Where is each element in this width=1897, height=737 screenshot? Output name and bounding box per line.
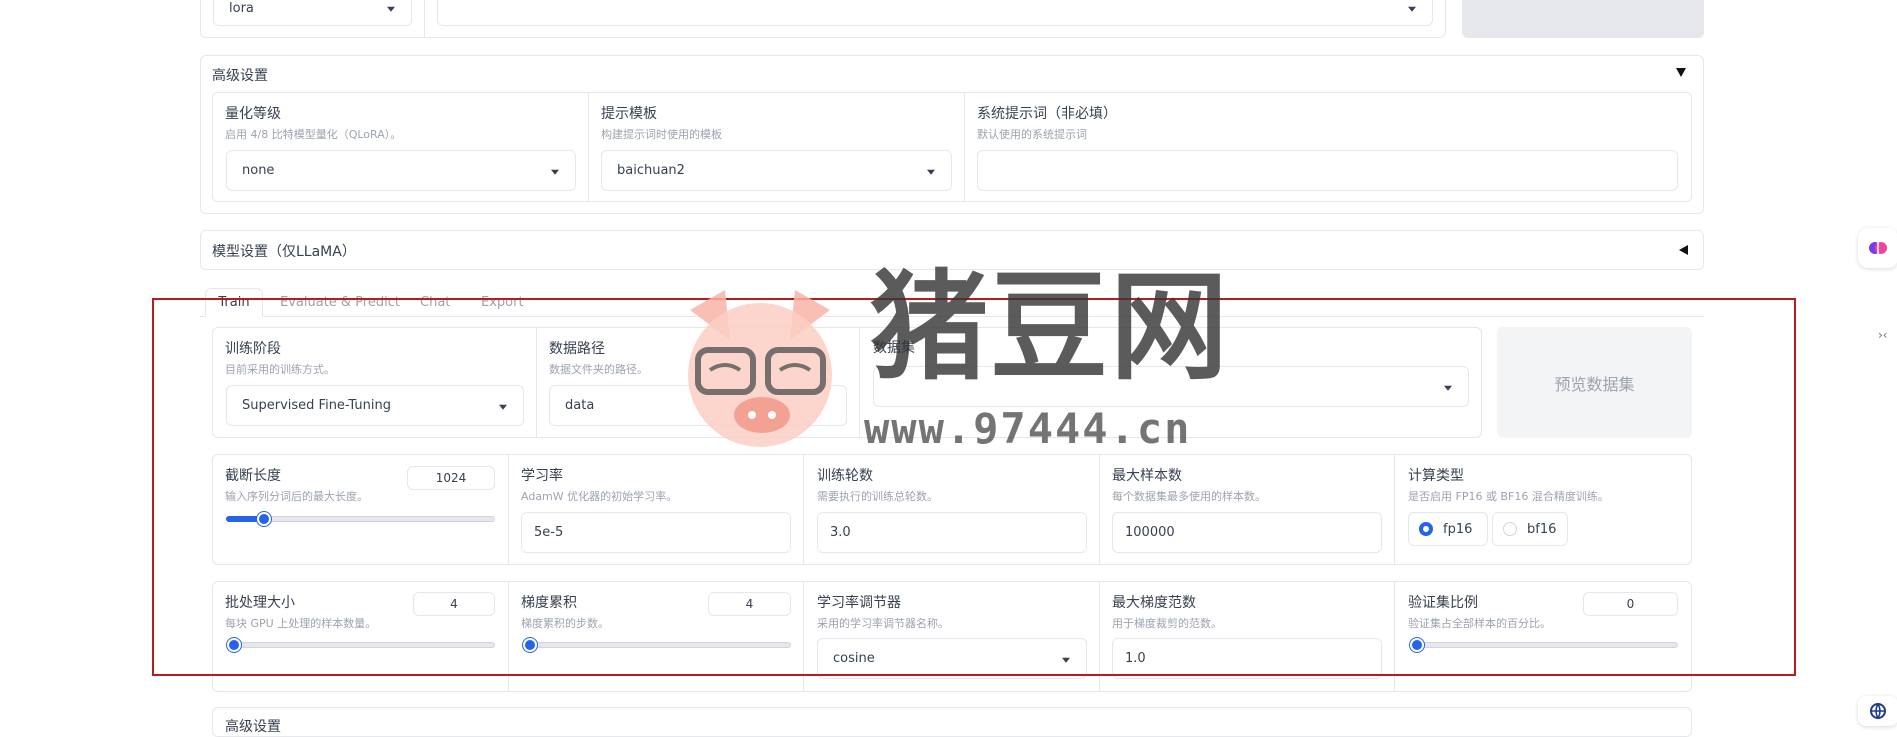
advanced-settings-title[interactable]: 高级设置 (212, 65, 268, 85)
pig-nostril-right (768, 411, 776, 419)
collapse-left-icon[interactable] (1679, 245, 1688, 255)
checkpoint-select[interactable] (437, 0, 1433, 26)
system-prompt-info: 默认使用的系统提示词 (977, 128, 1087, 141)
pig-nostril-left (748, 411, 756, 419)
expand-icon[interactable]: ›‹ (1878, 328, 1897, 352)
advanced-divider-2 (964, 92, 965, 202)
finetune-type-select[interactable]: lora (213, 0, 412, 26)
template-value: baichuan2 (617, 163, 685, 178)
chevron-down-icon (551, 169, 559, 175)
finetune-type-value: lora (229, 0, 254, 16)
brain-icon[interactable] (1858, 228, 1897, 268)
pig-logo-watermark (688, 290, 832, 447)
template-label: 提示模板 (601, 106, 657, 122)
top-row-divider (424, 0, 425, 38)
chevron-down-icon (1408, 6, 1416, 12)
collapse-down-icon[interactable] (1676, 68, 1686, 77)
advanced-divider-1 (588, 92, 589, 202)
watermark-url: www.97444.cn (864, 404, 1192, 453)
model-settings-title[interactable]: 模型设置（仅LLaMA） (212, 241, 356, 261)
refresh-button[interactable] (1462, 0, 1704, 38)
quant-select[interactable]: none (226, 150, 576, 191)
chevron-down-icon (387, 6, 395, 12)
lower-advanced-panel[interactable] (212, 707, 1692, 737)
quant-value: none (242, 163, 275, 178)
system-prompt-input[interactable] (977, 150, 1678, 191)
lower-advanced-title[interactable]: 高级设置 (225, 716, 281, 736)
pig-nose (734, 397, 790, 433)
watermark-brand: 猪豆网 (870, 258, 1231, 396)
template-info: 构建提示词时使用的模板 (601, 128, 722, 141)
chevron-down-icon (927, 169, 935, 175)
template-select[interactable]: baichuan2 (601, 150, 952, 191)
quant-label: 量化等级 (225, 106, 281, 122)
system-prompt-label: 系统提示词（非必填） (977, 106, 1117, 122)
quant-info: 启用 4/8 比特模型量化（QLoRA）。 (225, 128, 402, 141)
